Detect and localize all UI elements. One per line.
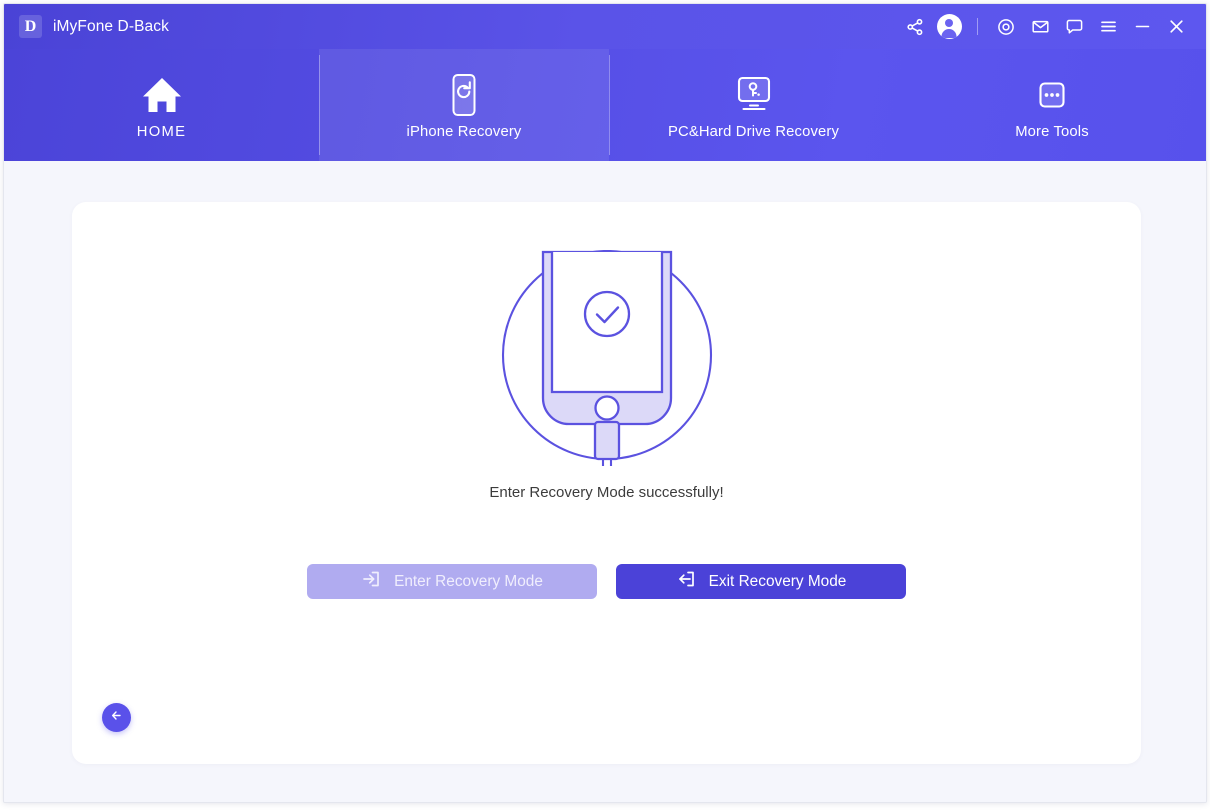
home-icon (141, 70, 183, 120)
nav-tab-iphone-recovery[interactable]: iPhone Recovery (319, 49, 609, 161)
menu-icon[interactable] (1091, 10, 1125, 44)
nav-divider (319, 55, 320, 155)
nav-tab-iphone-recovery-label: iPhone Recovery (406, 124, 522, 140)
nav-tab-pc-hard-drive-recovery[interactable]: PC&Hard Drive Recovery (609, 49, 898, 161)
nav-tab-pc-hard-drive-recovery-label: PC&Hard Drive Recovery (667, 124, 840, 140)
exit-recovery-mode-label: Exit Recovery Mode (708, 572, 847, 590)
phone-recovery-success-illustration (501, 250, 712, 466)
arrow-into-box-icon (361, 569, 381, 594)
enter-recovery-mode-button[interactable]: Enter Recovery Mode (307, 564, 597, 599)
share-icon[interactable] (898, 10, 932, 44)
mail-icon[interactable] (1023, 10, 1057, 44)
exit-recovery-mode-button[interactable]: Exit Recovery Mode (616, 564, 906, 599)
nav-tab-more-tools[interactable]: More Tools (898, 49, 1206, 161)
content-area: Enter Recovery Mode successfully! Enter … (4, 161, 1206, 802)
brand: D iMyFone D-Back (19, 15, 169, 38)
illustration-wrapper (72, 250, 1141, 466)
app-title: iMyFone D-Back (53, 17, 169, 35)
nav-divider (609, 55, 610, 155)
more-dots-icon (1032, 70, 1072, 120)
nav-tab-home[interactable]: HOME (4, 49, 319, 161)
title-bar: D iMyFone D-Back (4, 4, 1206, 49)
back-button[interactable] (102, 703, 131, 732)
titlebar-separator (977, 18, 978, 35)
enter-recovery-mode-label: Enter Recovery Mode (394, 572, 543, 590)
nav-tab-more-tools-label: More Tools (1015, 124, 1089, 140)
arrow-left-icon (109, 708, 124, 728)
app-logo: D (19, 15, 42, 38)
status-text: Enter Recovery Mode successfully! (489, 484, 724, 501)
button-row: Enter Recovery Mode Exit Recovery Mode (72, 564, 1141, 599)
recovery-card: Enter Recovery Mode successfully! Enter … (72, 202, 1141, 764)
target-icon[interactable] (989, 10, 1023, 44)
nav-tab-home-label: HOME (136, 124, 187, 140)
account-avatar-icon[interactable] (932, 10, 966, 44)
feedback-chat-icon[interactable] (1057, 10, 1091, 44)
phone-refresh-icon (444, 70, 484, 120)
minimize-icon[interactable] (1125, 10, 1159, 44)
monitor-key-icon (731, 70, 777, 120)
close-icon[interactable] (1159, 10, 1193, 44)
arrow-out-of-box-icon (676, 569, 696, 594)
titlebar-actions (898, 10, 1193, 44)
app-window: D iMyFone D-Back HOME iPhone Recovery PC… (3, 3, 1207, 803)
main-navigation: HOME iPhone Recovery PC&Hard Drive Recov… (4, 49, 1206, 161)
